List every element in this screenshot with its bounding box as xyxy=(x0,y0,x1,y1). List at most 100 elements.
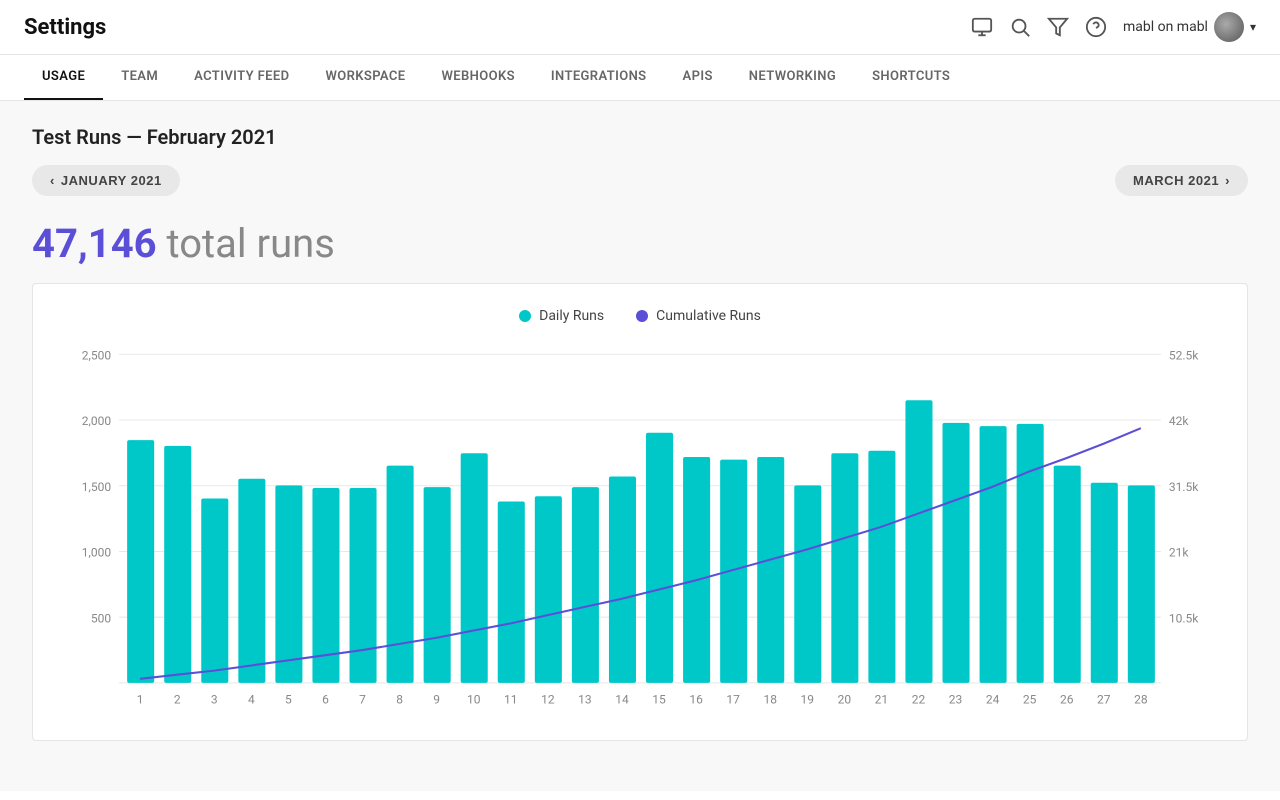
bar-25 xyxy=(1017,424,1044,683)
next-month-button[interactable]: MARCH 2021 › xyxy=(1115,165,1248,196)
svg-text:2,000: 2,000 xyxy=(82,414,112,428)
svg-text:5: 5 xyxy=(285,692,292,706)
svg-text:6: 6 xyxy=(322,692,329,706)
help-icon[interactable] xyxy=(1085,16,1107,38)
chart-container: Daily Runs Cumulative Runs 2,500 2,000 1… xyxy=(32,283,1248,741)
svg-text:27: 27 xyxy=(1097,692,1111,706)
svg-text:16: 16 xyxy=(689,692,703,706)
bar-9 xyxy=(424,487,451,683)
bar-10 xyxy=(461,453,488,683)
bar-8 xyxy=(387,466,414,683)
tab-workspace[interactable]: WORKSPACE xyxy=(307,55,423,100)
bar-3 xyxy=(201,498,228,682)
svg-text:21k: 21k xyxy=(1169,545,1189,559)
svg-text:23: 23 xyxy=(949,692,963,706)
user-menu[interactable]: mabl on mabl ▾ xyxy=(1123,12,1256,42)
tab-integrations[interactable]: INTEGRATIONS xyxy=(533,55,665,100)
svg-text:25: 25 xyxy=(1023,692,1037,706)
svg-text:52.5k: 52.5k xyxy=(1169,348,1199,362)
bars-group xyxy=(127,400,1155,683)
bar-12 xyxy=(535,496,562,683)
main-content: Test Runs — February 2021 ‹ JANUARY 2021… xyxy=(0,101,1280,791)
next-month-label: MARCH 2021 xyxy=(1133,173,1219,188)
tab-networking[interactable]: NETWORKING xyxy=(731,55,854,100)
bar-28 xyxy=(1128,485,1155,683)
bar-18 xyxy=(757,457,784,683)
svg-text:2: 2 xyxy=(174,692,181,706)
chevron-down-icon: ▾ xyxy=(1250,20,1256,34)
bar-20 xyxy=(831,453,858,683)
user-label: mabl on mabl xyxy=(1123,19,1208,35)
chevron-right-icon: › xyxy=(1225,173,1230,188)
svg-text:13: 13 xyxy=(578,692,592,706)
svg-text:21: 21 xyxy=(875,692,889,706)
bar-4 xyxy=(238,479,265,683)
chart-area: 2,500 2,000 1,500 1,000 500 52.5k 42k 31… xyxy=(49,344,1231,724)
total-runs-display: 47,146 total runs xyxy=(32,220,1248,267)
search-icon[interactable] xyxy=(1009,16,1031,38)
svg-text:1,500: 1,500 xyxy=(82,480,112,494)
legend-cumulative-runs: Cumulative Runs xyxy=(636,308,761,324)
svg-text:19: 19 xyxy=(801,692,815,706)
tab-shortcuts[interactable]: SHORTCUTS xyxy=(854,55,968,100)
legend-daily-runs: Daily Runs xyxy=(519,308,604,324)
svg-text:17: 17 xyxy=(726,692,740,706)
svg-text:18: 18 xyxy=(763,692,777,706)
header-actions: mabl on mabl ▾ xyxy=(971,12,1256,42)
svg-text:7: 7 xyxy=(359,692,366,706)
svg-text:11: 11 xyxy=(504,692,518,706)
bar-11 xyxy=(498,502,525,683)
svg-text:20: 20 xyxy=(838,692,852,706)
svg-text:14: 14 xyxy=(615,692,629,706)
chart-legend: Daily Runs Cumulative Runs xyxy=(49,308,1231,324)
chevron-left-icon: ‹ xyxy=(50,173,55,188)
tab-usage[interactable]: USAGE xyxy=(24,55,103,100)
bar-23 xyxy=(943,423,970,683)
bar-16 xyxy=(683,457,710,683)
prev-month-button[interactable]: ‹ JANUARY 2021 xyxy=(32,165,180,196)
svg-text:1: 1 xyxy=(137,692,144,706)
tab-activity-feed[interactable]: ACTIVITY FEED xyxy=(176,55,307,100)
top-header: Settings mabl on mabl ▾ xyxy=(0,0,1280,55)
tab-team[interactable]: TEAM xyxy=(103,55,176,100)
bar-14 xyxy=(609,476,636,682)
svg-text:9: 9 xyxy=(433,692,440,706)
filter-icon[interactable] xyxy=(1047,16,1069,38)
total-count: 47,146 xyxy=(32,220,157,267)
svg-text:500: 500 xyxy=(91,611,111,625)
bar-19 xyxy=(794,485,821,683)
nav-tabs: USAGE TEAM ACTIVITY FEED WORKSPACE WEBHO… xyxy=(0,55,1280,101)
svg-text:26: 26 xyxy=(1060,692,1074,706)
svg-text:12: 12 xyxy=(541,692,555,706)
total-label: total runs xyxy=(157,220,335,267)
prev-month-label: JANUARY 2021 xyxy=(61,173,162,188)
tab-apis[interactable]: APIS xyxy=(665,55,731,100)
daily-runs-dot xyxy=(519,310,531,322)
svg-text:10: 10 xyxy=(467,692,481,706)
app-title-area: Settings xyxy=(24,15,106,40)
bar-13 xyxy=(572,487,599,683)
bar-27 xyxy=(1091,483,1118,683)
bar-22 xyxy=(905,400,932,683)
bar-1 xyxy=(127,440,154,683)
bar-2 xyxy=(164,446,191,683)
svg-text:42k: 42k xyxy=(1169,414,1189,428)
bar-21 xyxy=(868,451,895,683)
bar-15 xyxy=(646,433,673,683)
svg-text:31.5k: 31.5k xyxy=(1169,480,1199,494)
svg-text:22: 22 xyxy=(912,692,926,706)
bar-26 xyxy=(1054,466,1081,683)
svg-text:8: 8 xyxy=(396,692,403,706)
app-title: Settings xyxy=(24,15,106,40)
cumulative-runs-label: Cumulative Runs xyxy=(656,308,761,324)
bar-5 xyxy=(275,485,302,683)
monitor-icon[interactable] xyxy=(971,16,993,38)
tab-webhooks[interactable]: WEBHOOKS xyxy=(424,55,533,100)
svg-text:3: 3 xyxy=(211,692,218,706)
bar-24 xyxy=(980,426,1007,683)
month-navigation: ‹ JANUARY 2021 MARCH 2021 › xyxy=(32,165,1248,196)
svg-text:15: 15 xyxy=(652,692,666,706)
cumulative-runs-dot xyxy=(636,310,648,322)
daily-runs-label: Daily Runs xyxy=(539,308,604,324)
svg-text:10.5k: 10.5k xyxy=(1169,611,1199,625)
